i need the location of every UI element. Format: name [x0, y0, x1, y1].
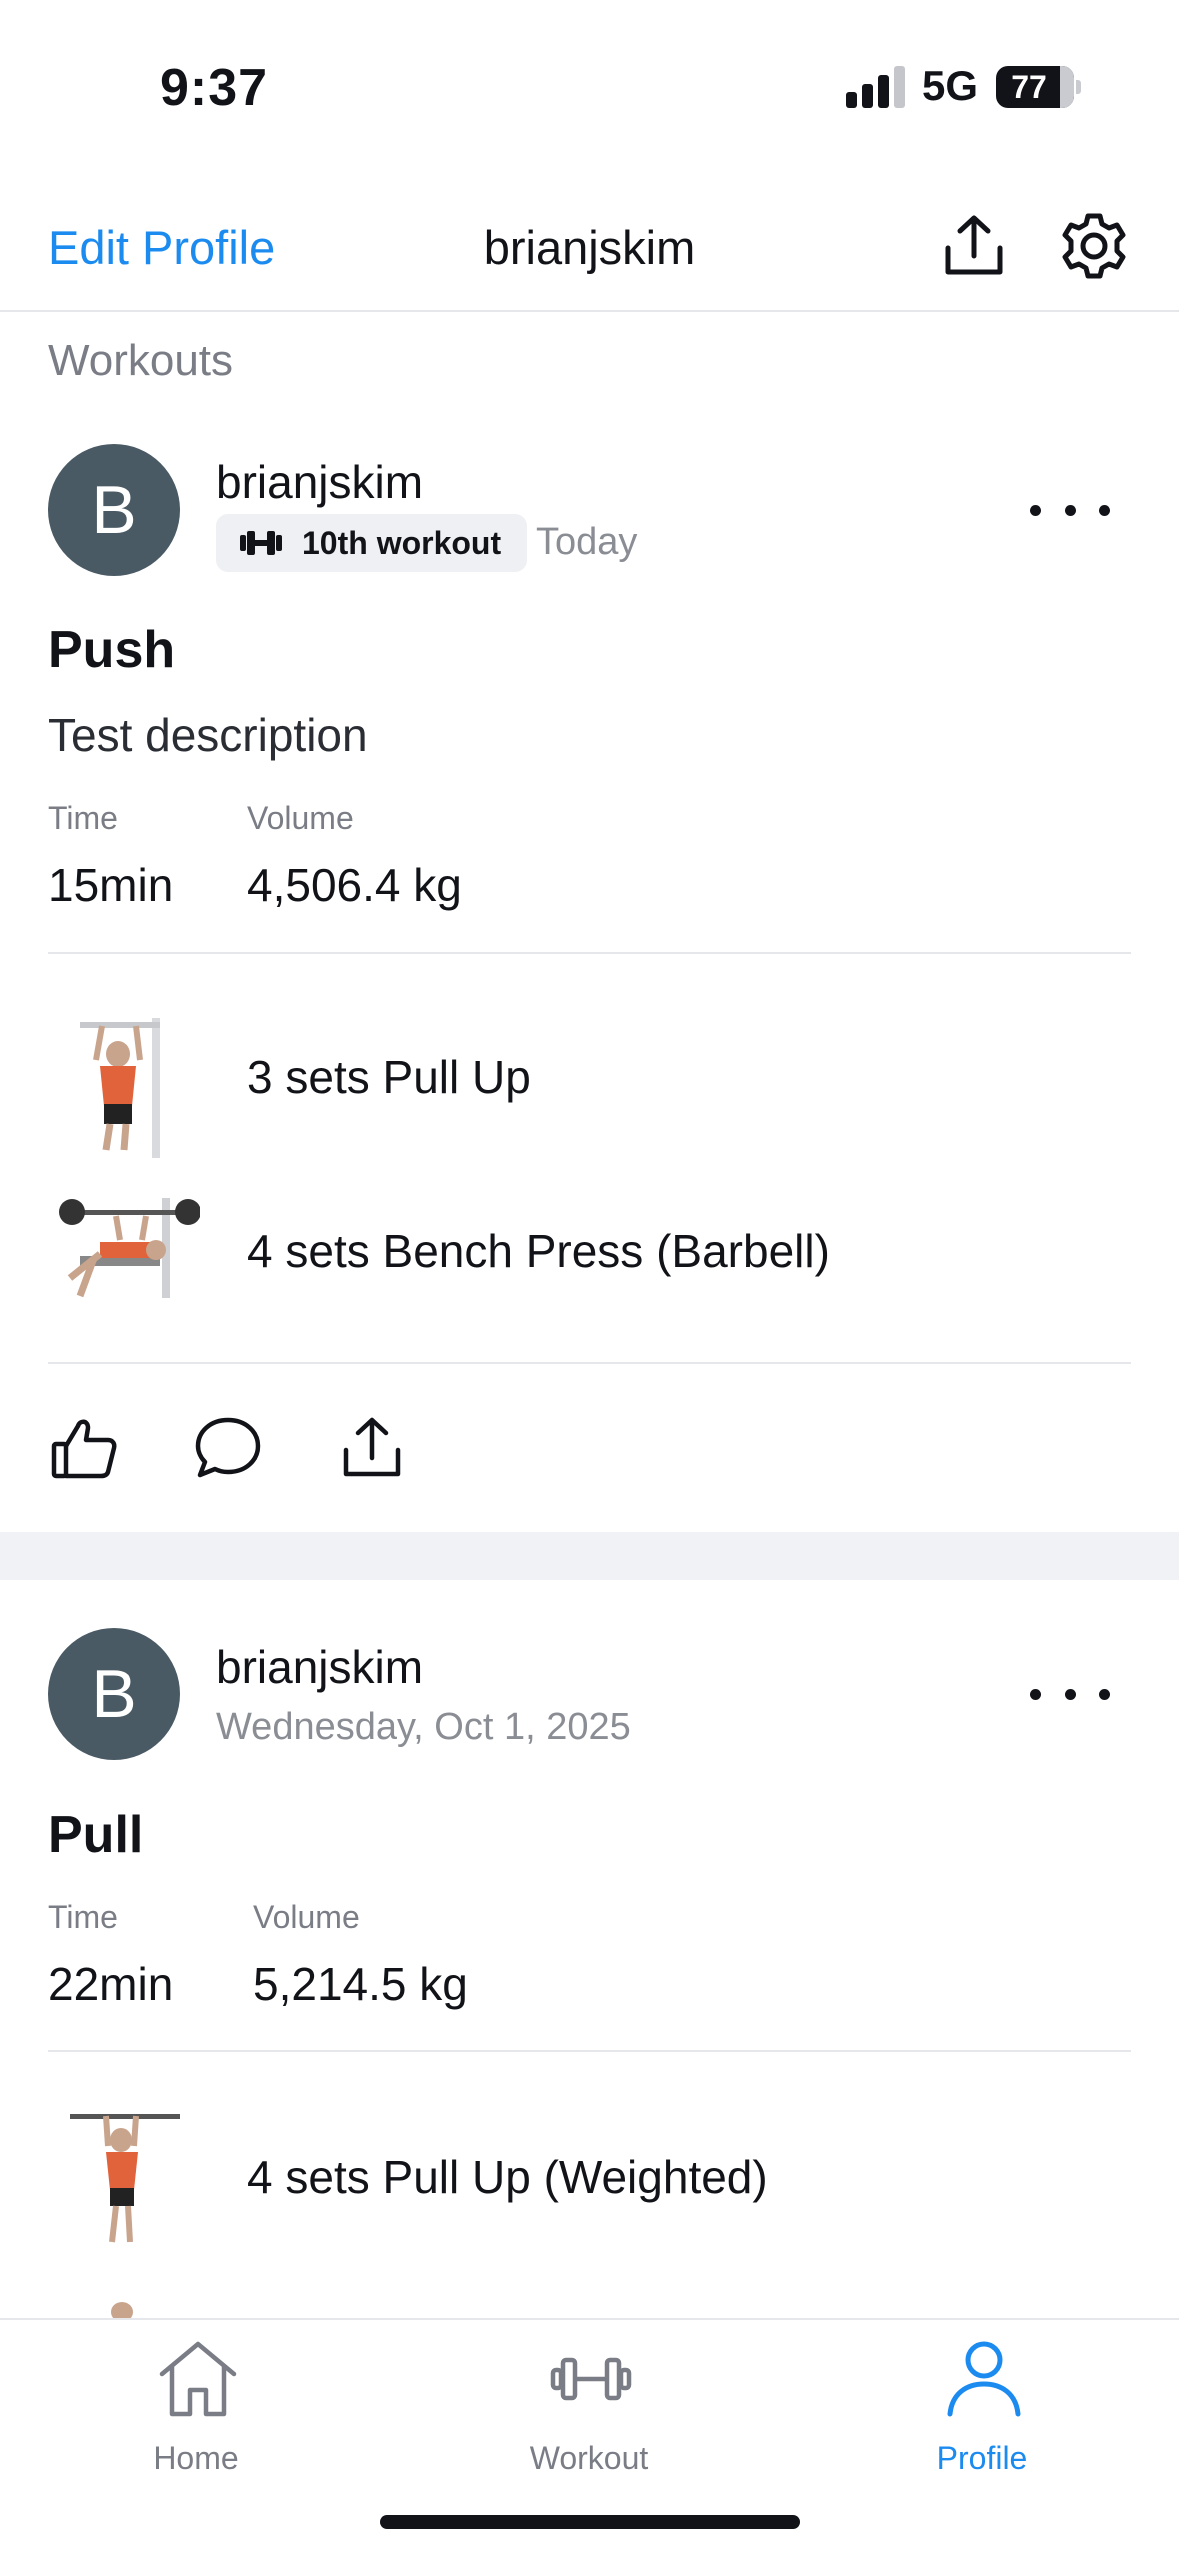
post-separator: [0, 1532, 1179, 1580]
like-icon[interactable]: [48, 1412, 120, 1484]
dumbbell-icon: [550, 2357, 632, 2401]
workout-count-badge: 10th workout: [216, 514, 528, 572]
profile-icon: [947, 2341, 1021, 2417]
divider: [48, 2050, 1131, 2052]
comment-icon[interactable]: [192, 1412, 264, 1484]
dot-icon: [1030, 1688, 1041, 1700]
exercise-illustration-partial: [110, 2302, 136, 2322]
divider: [48, 952, 1131, 954]
tab-workout[interactable]: Workout: [469, 2336, 709, 2476]
avatar[interactable]: B: [48, 444, 180, 576]
exercise-item[interactable]: 4 sets Pull Up (Weighted): [247, 2150, 768, 2204]
home-icon: [159, 2341, 237, 2417]
edit-profile-button[interactable]: Edit Profile: [48, 220, 275, 275]
dot-icon: [1064, 1688, 1076, 1700]
dot-icon: [1099, 1688, 1110, 1700]
post-date: Wednesday, Oct 1, 2025: [216, 1706, 631, 1748]
volume-label: Volume: [247, 800, 354, 836]
home-indicator[interactable]: [380, 2515, 800, 2529]
more-options-button[interactable]: [1030, 490, 1110, 530]
gear-icon[interactable]: [1058, 210, 1130, 282]
time-value: 15min: [48, 859, 174, 911]
time-label: Time: [48, 800, 118, 836]
tab-home[interactable]: Home: [76, 2336, 316, 2476]
pull-up-illustration: [80, 1018, 160, 1158]
post-username[interactable]: brianjskim: [216, 1640, 423, 1694]
dot-icon: [1030, 504, 1041, 516]
status-time: 9:37: [160, 59, 269, 117]
time-value: 22min: [48, 1958, 174, 2010]
post-title[interactable]: Push: [48, 620, 175, 680]
status-bar: 9:37 5G 77: [0, 0, 1179, 170]
share-icon[interactable]: [938, 210, 1010, 282]
post-title[interactable]: Pull: [48, 1805, 143, 1865]
volume-value: 5,214.5 kg: [253, 1958, 468, 2010]
volume-value: 4,506.4 kg: [247, 859, 462, 911]
exercise-item[interactable]: 4 sets Bench Press (Barbell): [247, 1224, 830, 1278]
network-label: 5G: [922, 62, 979, 109]
dumbbell-icon: [240, 531, 282, 555]
post-username[interactable]: brianjskim: [216, 455, 423, 509]
tab-label: Home: [153, 2440, 239, 2476]
divider: [48, 1362, 1131, 1364]
post-description: Test description: [48, 709, 368, 761]
battery-level: 77: [1011, 68, 1047, 105]
dot-icon: [1099, 504, 1110, 516]
battery-tip: [1076, 80, 1081, 94]
weighted-pull-up-illustration: [70, 2114, 180, 2243]
signal-icon: [846, 66, 906, 108]
more-options-button[interactable]: [1030, 1674, 1110, 1714]
battery-icon: 77: [996, 66, 1074, 108]
section-label-workouts: Workouts: [48, 336, 234, 385]
volume-label: Volume: [253, 1899, 360, 1935]
share-post-icon[interactable]: [336, 1412, 408, 1484]
dot-icon: [1064, 504, 1076, 516]
badge-label: 10th workout: [302, 524, 502, 561]
time-label: Time: [48, 1899, 118, 1935]
exercise-item[interactable]: 3 sets Pull Up: [247, 1050, 531, 1104]
tab-label: Profile: [936, 2440, 1028, 2476]
tab-label: Workout: [529, 2440, 649, 2476]
profile-header: Edit Profile brianjskim: [0, 190, 1179, 312]
bench-press-illustration: [59, 1198, 200, 1298]
tab-profile[interactable]: Profile: [862, 2336, 1102, 2476]
avatar[interactable]: B: [48, 1628, 180, 1760]
post-date: Today: [536, 521, 638, 563]
